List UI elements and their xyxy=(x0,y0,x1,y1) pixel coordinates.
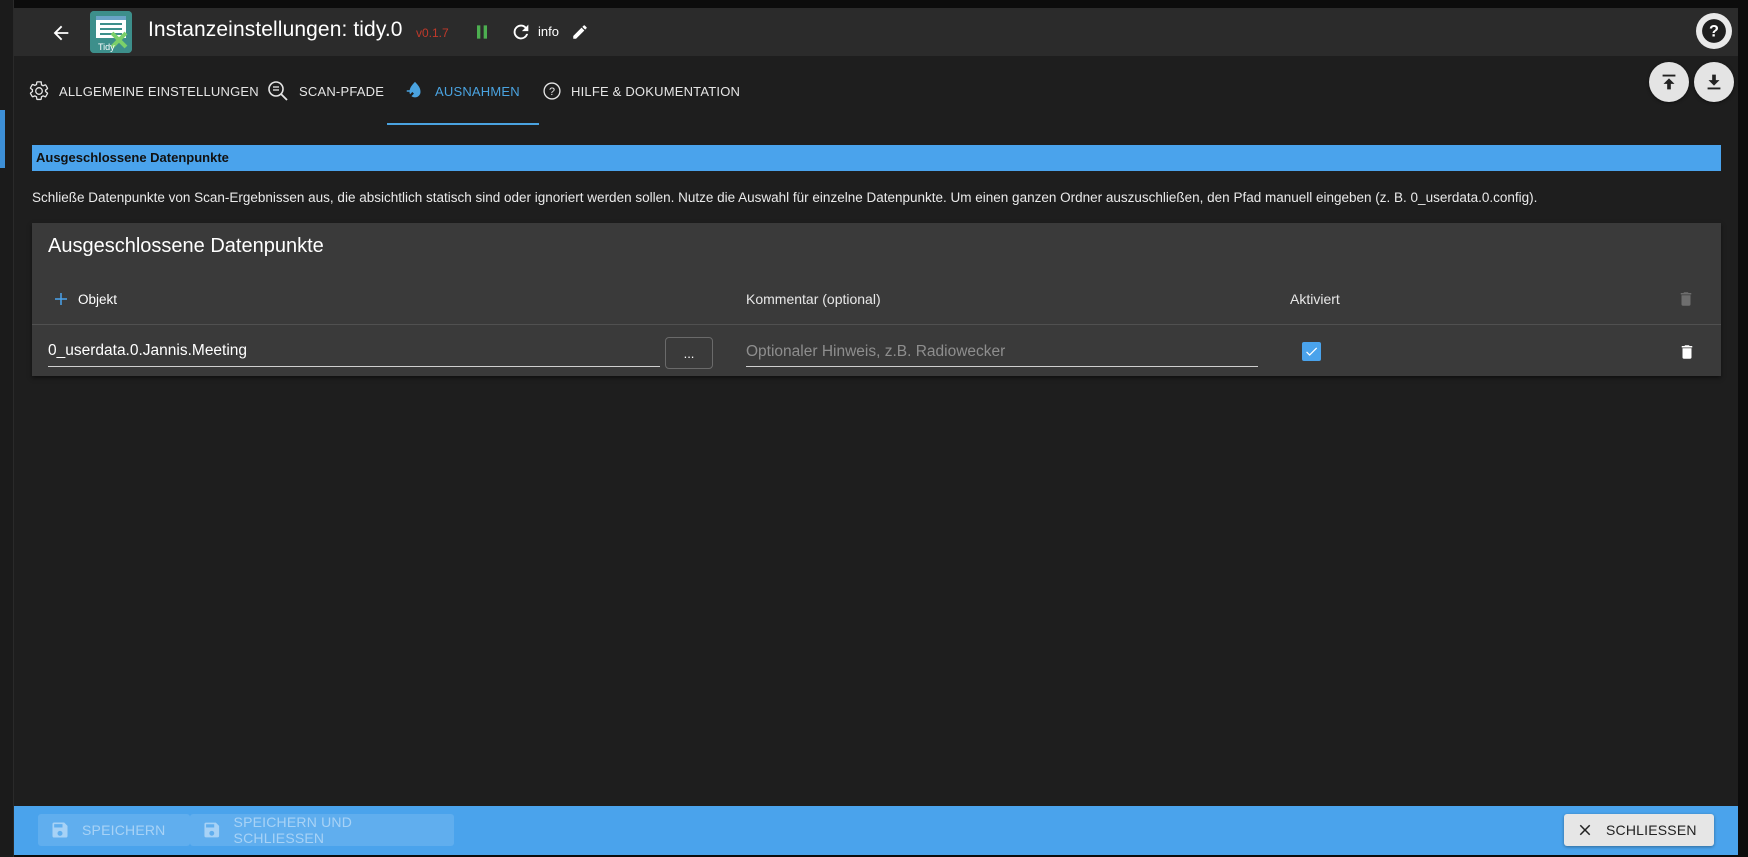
trash-icon xyxy=(1681,345,1693,359)
tab-bar: ALLGEMEINE EINSTELLUNGEN SCAN-PFADE AUSN… xyxy=(14,56,1738,126)
table-title: Ausgeschlossene Datenpunkte xyxy=(48,235,324,257)
comment-field[interactable] xyxy=(746,337,1258,367)
object-id-value: 0_userdata.0.Jannis.Meeting xyxy=(48,342,248,359)
download-settings-button[interactable] xyxy=(1694,62,1734,102)
comment-input[interactable] xyxy=(746,340,1258,364)
tab-scan-paths[interactable]: SCAN-PFADE xyxy=(266,56,384,126)
tab-label: HILFE & DOKUMENTATION xyxy=(571,83,741,99)
log-level-label: info xyxy=(538,24,559,39)
help-circle-icon: ? xyxy=(543,82,561,100)
floppy-disk-icon xyxy=(204,822,220,838)
add-object-button[interactable]: Objekt xyxy=(52,286,117,312)
tab-general-settings[interactable]: ALLGEMEINE EINSTELLUNGEN xyxy=(28,56,259,126)
plus-icon xyxy=(55,293,67,305)
table-header: Objekt Kommentar (optional) Aktiviert xyxy=(32,275,1721,323)
pause-icon xyxy=(477,25,487,39)
help-circle-icon: ? xyxy=(1702,19,1726,43)
edit-log-level-button[interactable] xyxy=(568,20,592,44)
object-id-field[interactable]: 0_userdata.0.Jannis.Meeting xyxy=(48,337,660,367)
tab-exceptions[interactable]: AUSNAHMEN xyxy=(404,56,520,126)
save-button-label: SPEICHERN xyxy=(82,822,166,838)
section-header: Ausgeschlossene Datenpunkte xyxy=(32,145,1721,171)
delete-all-button[interactable] xyxy=(1674,287,1698,311)
search-list-icon xyxy=(268,81,288,101)
section-header-label: Ausgeschlossene Datenpunkte xyxy=(36,150,229,165)
version-label: v0.1.7 xyxy=(416,26,449,40)
save-and-close-button-label: SPEICHERN UND SCHLIESSEN xyxy=(233,814,353,846)
svg-text:?: ? xyxy=(549,86,555,98)
right-edge xyxy=(1738,0,1748,857)
arrow-left-icon xyxy=(53,25,69,41)
delete-row-button[interactable] xyxy=(1675,340,1699,364)
tab-help-documentation[interactable]: ? HILFE & DOKUMENTATION xyxy=(542,56,740,126)
tab-label: ALLGEMEINE EINSTELLUNGEN xyxy=(59,83,259,99)
section-description: Schließe Datenpunkte von Scan-Ergebnisse… xyxy=(32,190,1538,205)
column-header-object: Objekt xyxy=(78,291,118,307)
pause-button[interactable] xyxy=(470,20,494,44)
instance-settings-dialog: Tidy Instanzeinstellungen: tidy.0 v0.1.7… xyxy=(14,8,1738,855)
floppy-disk-icon xyxy=(52,822,68,838)
close-icon xyxy=(1579,824,1591,836)
adapter-logo: Tidy xyxy=(90,11,132,53)
column-header-comment: Kommentar (optional) xyxy=(746,291,881,307)
select-object-button[interactable]: ... xyxy=(665,337,713,369)
top-bar: Tidy Instanzeinstellungen: tidy.0 v0.1.7… xyxy=(14,8,1738,56)
sidebar-active-indicator xyxy=(0,110,5,168)
reload-icon xyxy=(513,24,529,40)
close-button-label: SCHLIESSEN xyxy=(1606,822,1697,838)
page-title: Instanzeinstellungen: tidy.0 xyxy=(148,18,403,41)
tab-label: AUSNAHMEN xyxy=(435,83,520,99)
back-button[interactable] xyxy=(44,16,78,50)
pencil-icon xyxy=(573,25,587,39)
svg-text:Tidy: Tidy xyxy=(98,42,115,52)
check-icon xyxy=(1306,347,1318,356)
close-button[interactable]: SCHLIESSEN xyxy=(1564,814,1714,846)
active-checkbox[interactable] xyxy=(1302,342,1321,361)
download-icon xyxy=(1707,74,1721,90)
column-header-active: Aktiviert xyxy=(1290,291,1340,307)
gear-icon xyxy=(29,81,49,101)
active-tab-indicator xyxy=(387,123,539,125)
help-button[interactable]: ? xyxy=(1696,13,1732,49)
excluded-datapoints-table: Ausgeschlossene Datenpunkte Objekt Komme… xyxy=(32,223,1721,376)
left-sidebar-strip xyxy=(0,0,14,857)
window-frame: Tidy Instanzeinstellungen: tidy.0 v0.1.7… xyxy=(0,0,1748,857)
reload-button[interactable] xyxy=(508,19,534,45)
upload-icon xyxy=(1662,74,1676,90)
svg-text:?: ? xyxy=(1709,22,1719,40)
table-row: 0_userdata.0.Jannis.Meeting ... xyxy=(32,324,1721,376)
save-and-close-button[interactable]: SPEICHERN UND SCHLIESSEN xyxy=(190,814,454,846)
save-button[interactable]: SPEICHERN xyxy=(38,814,190,846)
upload-settings-button[interactable] xyxy=(1649,62,1689,102)
footer-bar: SPEICHERN SPEICHERN UND SCHLIESSEN SCHLI… xyxy=(14,806,1738,855)
tab-label: SCAN-PFADE xyxy=(299,83,385,99)
trash-icon xyxy=(1680,292,1692,306)
exception-icon xyxy=(406,81,421,100)
